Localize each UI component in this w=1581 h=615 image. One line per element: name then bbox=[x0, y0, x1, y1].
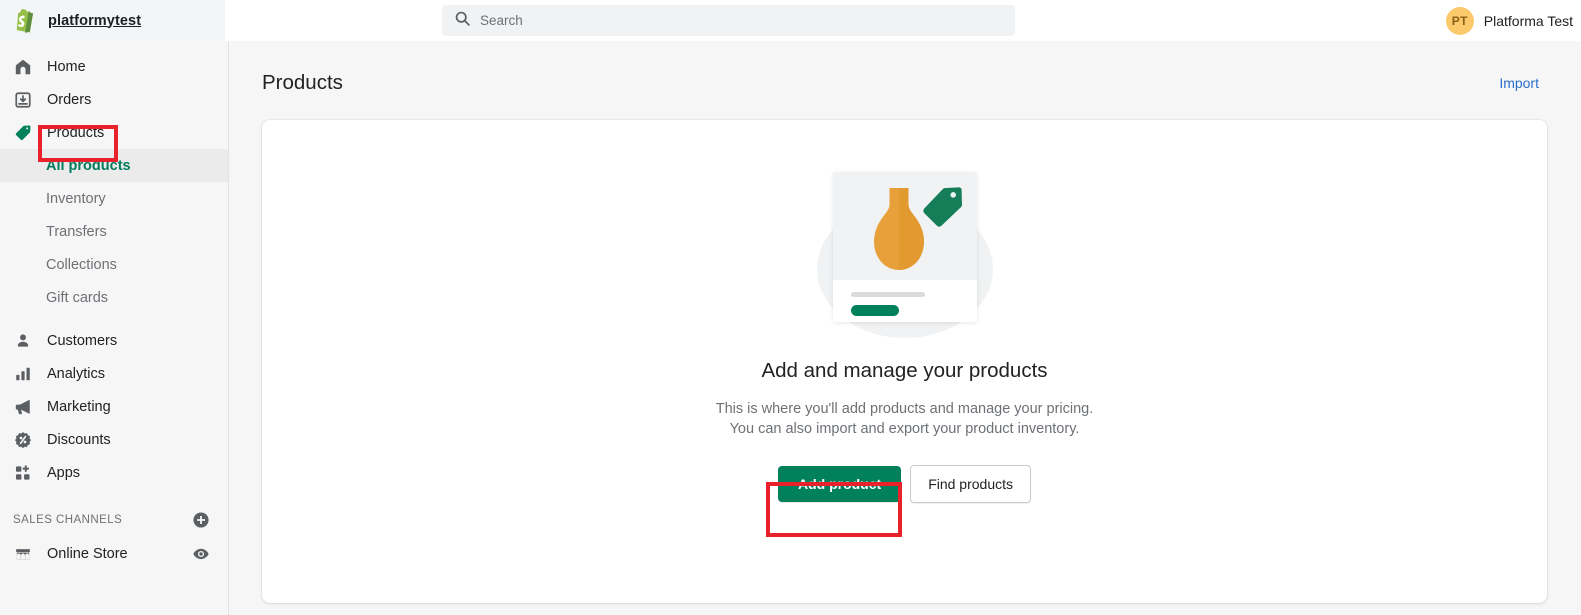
add-product-button[interactable]: Add product bbox=[777, 466, 902, 502]
sidebar-item-discounts[interactable]: Discounts bbox=[0, 423, 228, 456]
empty-state-description: This is where you'll add products and ma… bbox=[715, 401, 1094, 437]
sidebar-item-label: Apps bbox=[47, 464, 81, 481]
eye-icon[interactable] bbox=[192, 545, 210, 563]
avatar: PT bbox=[1445, 6, 1474, 35]
sidebar-item-analytics[interactable]: Analytics bbox=[0, 357, 228, 390]
sidebar-subitem-inventory[interactable]: Inventory bbox=[0, 182, 228, 215]
sidebar-item-products[interactable]: Products bbox=[0, 116, 228, 149]
sidebar-item-label: Analytics bbox=[47, 365, 106, 382]
sidebar-subitem-label: Gift cards bbox=[46, 289, 109, 306]
top-bar: platformytest PT Platforma Test bbox=[0, 0, 1581, 41]
plus-circle-icon[interactable] bbox=[192, 511, 210, 529]
sidebar-item-online-store[interactable]: Online Store bbox=[0, 537, 228, 570]
sidebar-item-label: Orders bbox=[47, 91, 92, 108]
sidebar-item-orders[interactable]: Orders bbox=[0, 83, 228, 116]
sidebar-item-marketing[interactable]: Marketing bbox=[0, 390, 228, 423]
store-name: platformytest bbox=[48, 12, 142, 29]
store-brand[interactable]: platformytest bbox=[0, 0, 225, 41]
import-link[interactable]: Import bbox=[1499, 75, 1539, 91]
sidebar: Home Orders Products All products Invent… bbox=[0, 41, 229, 615]
sidebar-item-home[interactable]: Home bbox=[0, 50, 228, 83]
sidebar-item-apps[interactable]: Apps bbox=[0, 456, 228, 489]
search-icon bbox=[454, 10, 471, 32]
sidebar-subitem-collections[interactable]: Collections bbox=[0, 248, 228, 281]
global-search[interactable] bbox=[442, 5, 1015, 36]
products-empty-state-card: Add and manage your products This is whe… bbox=[262, 120, 1547, 603]
illustration-button-pill bbox=[850, 305, 899, 316]
sidebar-subitem-label: Transfers bbox=[46, 223, 107, 240]
products-tag-icon bbox=[13, 123, 33, 143]
sidebar-item-label: Home bbox=[47, 58, 86, 75]
analytics-bars-icon bbox=[13, 364, 33, 384]
sidebar-subitem-gift-cards[interactable]: Gift cards bbox=[0, 281, 228, 314]
page-header: Products Import bbox=[230, 41, 1581, 95]
sidebar-item-label: Online Store bbox=[47, 545, 128, 562]
price-tag-icon bbox=[922, 186, 964, 233]
illustration-text-line bbox=[850, 292, 925, 297]
user-menu[interactable]: PT Platforma Test bbox=[1445, 0, 1581, 41]
sidebar-subitem-transfers[interactable]: Transfers bbox=[0, 215, 228, 248]
sidebar-item-label: Customers bbox=[47, 332, 118, 349]
customer-person-icon bbox=[13, 331, 33, 351]
empty-state-title: Add and manage your products bbox=[761, 359, 1048, 382]
vase-icon bbox=[869, 188, 929, 285]
find-products-button[interactable]: Find products bbox=[910, 465, 1032, 503]
storefront-icon bbox=[13, 544, 33, 564]
sidebar-item-customers[interactable]: Customers bbox=[0, 324, 228, 357]
sidebar-subitem-label: All products bbox=[46, 157, 131, 174]
shopify-bag-icon bbox=[14, 8, 36, 33]
sidebar-item-label: Discounts bbox=[47, 431, 111, 448]
search-input[interactable] bbox=[480, 13, 1003, 28]
sales-channels-title: SALES CHANNELS bbox=[13, 514, 123, 526]
sidebar-subitem-all-products[interactable]: All products bbox=[0, 149, 228, 182]
empty-state-actions: Add product Find products bbox=[777, 465, 1032, 503]
orders-inbox-icon bbox=[13, 90, 33, 110]
sidebar-subitem-label: Collections bbox=[46, 256, 117, 273]
illustration-product-card bbox=[832, 172, 977, 322]
marketing-megaphone-icon bbox=[13, 397, 33, 417]
main-content: Products Import Add and manage your prod… bbox=[230, 41, 1581, 615]
sidebar-item-label: Marketing bbox=[47, 398, 111, 415]
home-icon bbox=[13, 57, 33, 77]
sidebar-subitem-label: Inventory bbox=[46, 190, 106, 207]
sales-channels-header: SALES CHANNELS bbox=[0, 503, 228, 537]
apps-grid-plus-icon bbox=[13, 463, 33, 483]
user-name: Platforma Test bbox=[1483, 12, 1573, 29]
sidebar-divider-space bbox=[0, 314, 228, 324]
sidebar-item-label: Products bbox=[47, 124, 105, 141]
product-card-vase-tag-illustration bbox=[805, 172, 1005, 338]
page-title: Products bbox=[262, 71, 343, 94]
discounts-percent-badge-icon bbox=[13, 430, 33, 450]
